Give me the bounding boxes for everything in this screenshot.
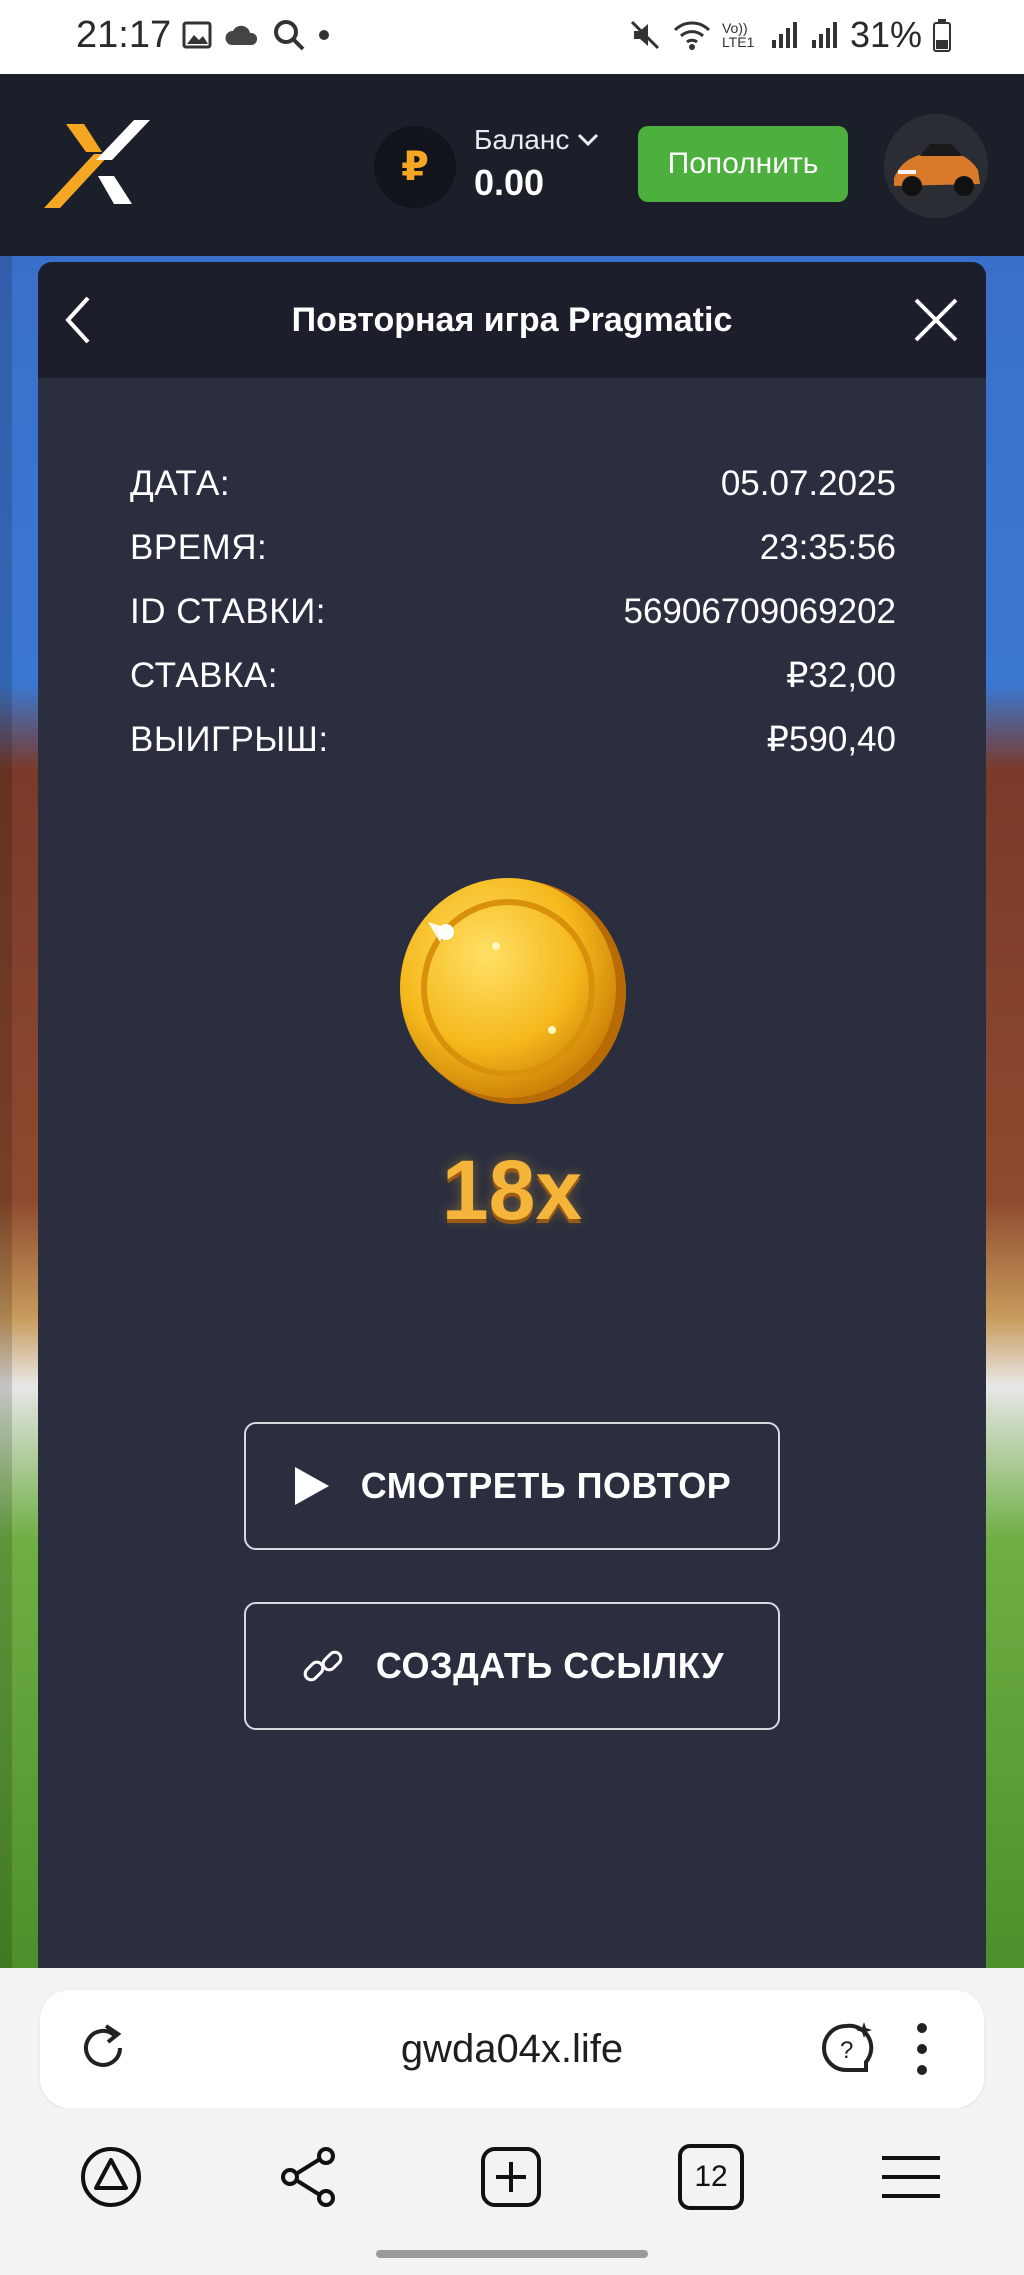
image-icon [182,21,212,49]
link-icon [303,1650,343,1682]
signal-icon [771,22,797,48]
create-link-label: СОЗДАТЬ ССЫЛКУ [375,1645,725,1686]
home-indicator[interactable] [376,2250,648,2258]
browser-nav-bar: 12 [0,2108,1024,2248]
status-bar: 21:17 Vo)) LTE1 31% [0,0,1024,74]
watch-replay-label: СМОТРЕТЬ ПОВТОР [360,1465,732,1506]
bet-info-list: ДАТА: 05.07.2025 ВРЕМЯ: 23:35:56 ID СТАВ… [130,452,896,772]
info-row-time: ВРЕМЯ: 23:35:56 [130,516,896,580]
info-label: ID СТАВКИ: [130,592,327,631]
search-icon [274,20,305,51]
signal-icon-2 [811,22,837,48]
watch-replay-button[interactable]: СМОТРЕТЬ ПОВТОР [244,1422,780,1550]
car-avatar-image [884,114,988,218]
menu-icon[interactable] [878,2144,944,2210]
info-value: ₽590,40 [766,720,896,759]
info-label: ВЫИГРЫШ: [130,720,329,759]
info-row-date: ДАТА: 05.07.2025 [130,452,896,516]
info-row-win: ВЫИГРЫШ: ₽590,40 [130,708,896,772]
avatar[interactable] [884,114,988,218]
status-time: 21:17 [76,14,172,56]
svg-text:?: ? [840,2037,853,2064]
gold-coin-icon [400,878,626,1104]
modal-header: Повторная игра Pragmatic [38,262,986,378]
chevron-down-icon [578,133,599,147]
help-chat-icon[interactable]: ? [816,2018,876,2078]
network-label: Vo)) LTE1 [721,20,755,50]
more-icon[interactable] [912,2020,932,2078]
info-row-stake: СТАВКА: ₽32,00 [130,644,896,708]
alice-assistant-icon[interactable] [78,2144,144,2210]
balance-value: 0.00 [474,162,545,203]
dot-icon [319,30,329,40]
tabs-count-button[interactable]: 12 [678,2144,744,2210]
balance-dropdown[interactable]: Баланс [474,124,599,156]
wifi-icon [673,21,710,50]
app-header: ₽ Баланс 0.00 Пополнить [0,74,1024,256]
info-value: ₽32,00 [786,656,896,695]
info-label: ДАТА: [130,464,231,503]
info-row-bet-id: ID СТАВКИ: 56906709069202 [130,580,896,644]
info-label: ВРЕМЯ: [130,528,268,567]
info-value: 05.07.2025 [720,464,896,503]
brand-logo[interactable] [36,116,154,212]
battery-icon [933,19,951,52]
status-right-icons: Vo)) LTE1 31% [628,14,952,56]
info-label: СТАВКА: [130,656,278,695]
share-icon[interactable] [276,2144,342,2210]
cloud-icon [225,25,258,45]
win-multiplier: 18x [441,1143,583,1237]
replay-modal: Повторная игра Pragmatic ДАТА: 05.07.202… [38,262,986,1968]
currency-icon[interactable]: ₽ [374,126,456,208]
close-icon[interactable] [908,292,964,348]
battery-percent: 31% [849,14,922,55]
status-left-icons [182,18,330,52]
browser-url-area: gwda04x.life ? [0,1968,1024,2108]
info-value: 23:35:56 [759,528,896,567]
address-bar[interactable]: gwda04x.life ? [40,1990,984,2108]
modal-title: Повторная игра Pragmatic [291,300,733,339]
create-link-button[interactable]: СОЗДАТЬ ССЫЛКУ [244,1602,780,1730]
new-tab-icon[interactable] [478,2144,544,2210]
play-icon [294,1467,329,1505]
mute-icon [630,20,659,50]
topup-button[interactable]: Пополнить [638,126,848,202]
info-value: 56906709069202 [623,592,896,631]
balance-label: Баланс [474,124,570,155]
